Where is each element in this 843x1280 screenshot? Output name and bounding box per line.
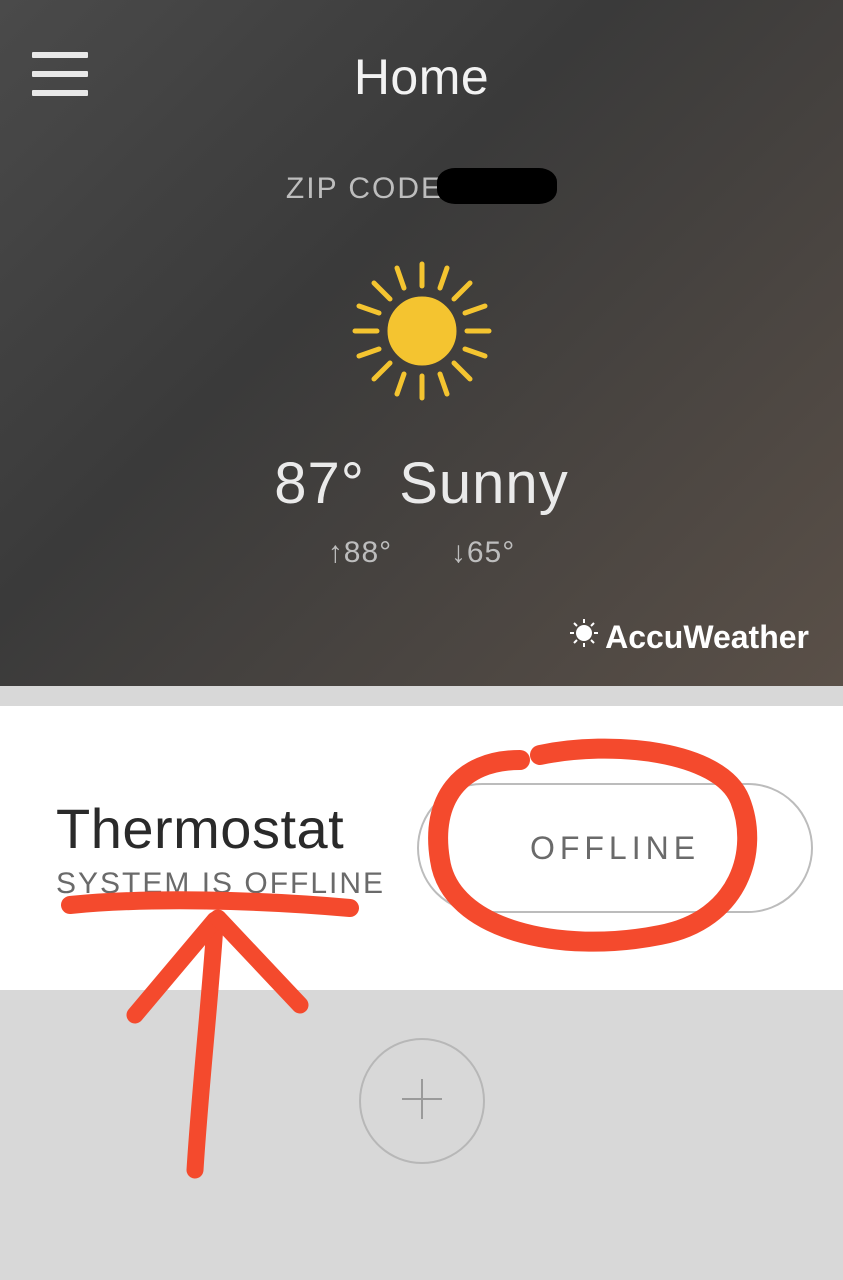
accuweather-attribution: AccuWeather xyxy=(569,618,809,656)
high-arrow-icon: ↑ xyxy=(328,536,344,569)
hi-lo-row: ↑88° ↓65° xyxy=(0,536,843,570)
low-arrow-icon: ↓ xyxy=(451,536,467,569)
low-temp: 65° xyxy=(467,536,515,569)
zip-code-redacted xyxy=(437,168,557,204)
high-temp: 88° xyxy=(344,536,392,569)
page-title: Home xyxy=(0,48,843,106)
add-device-area xyxy=(0,990,843,1280)
current-weather: 87° Sunny xyxy=(0,450,843,517)
thermostat-card[interactable]: Thermostat SYSTEM IS OFFLINE OFFLINE xyxy=(0,706,843,990)
add-device-button[interactable] xyxy=(359,1038,485,1164)
thermostat-status: SYSTEM IS OFFLINE xyxy=(56,867,417,901)
current-temp: 87° xyxy=(274,451,365,516)
current-condition: Sunny xyxy=(399,451,568,516)
sun-icon xyxy=(347,256,497,411)
plus-icon xyxy=(392,1069,452,1134)
accuweather-label: AccuWeather xyxy=(605,619,809,656)
offline-pill-label: OFFLINE xyxy=(530,830,700,867)
zip-code-row: ZIP CODE xyxy=(0,172,843,208)
weather-panel: Home ZIP CODE xyxy=(0,0,843,686)
zip-code-label: ZIP CODE xyxy=(286,172,443,205)
thermostat-title: Thermostat xyxy=(56,796,417,861)
offline-pill[interactable]: OFFLINE xyxy=(417,783,813,913)
accuweather-icon xyxy=(569,618,599,656)
